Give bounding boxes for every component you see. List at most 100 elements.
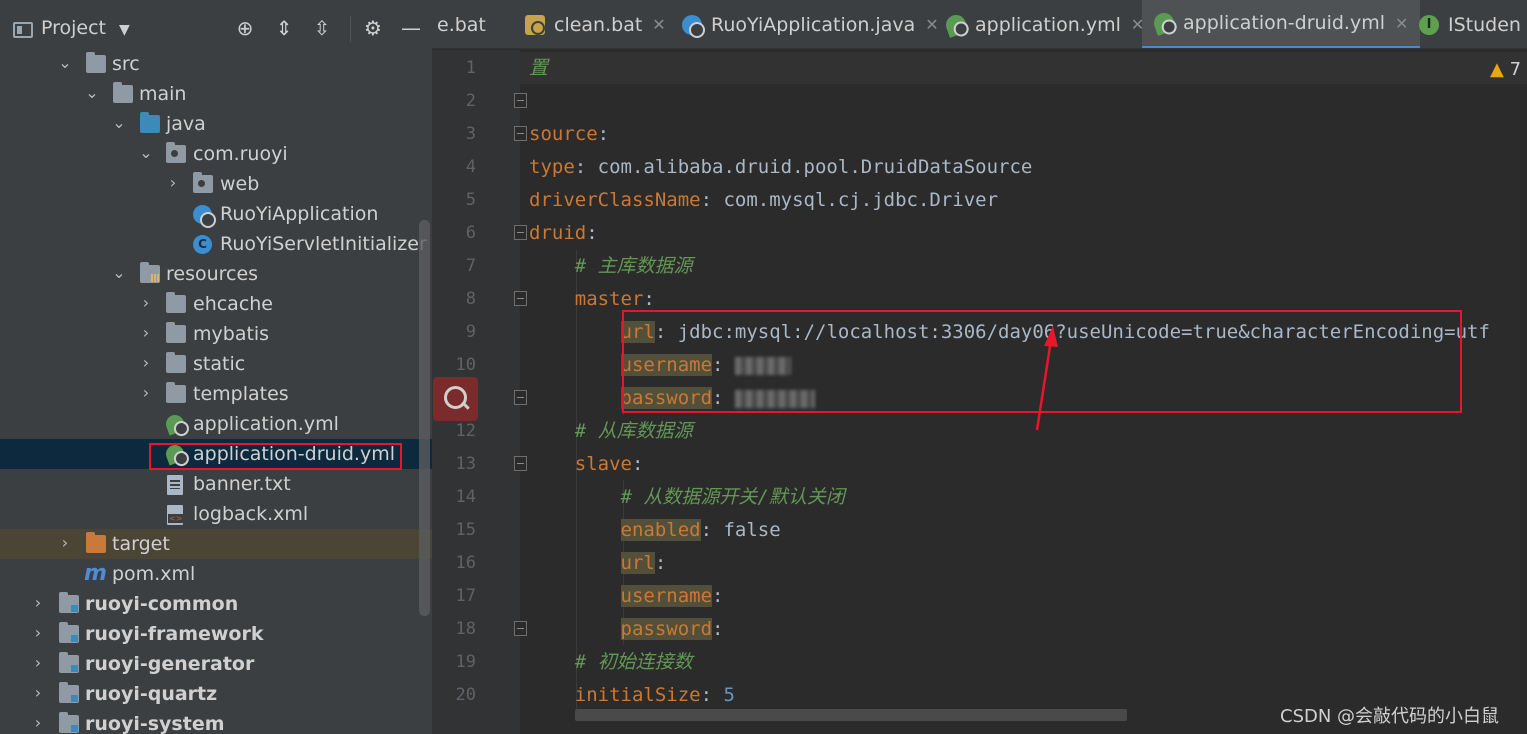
tree-item-label: ruoyi-common <box>85 593 239 615</box>
tab-ruoyiapplication-java[interactable]: RuoYiApplication.java ✕ <box>682 0 939 48</box>
maven-icon: m <box>84 561 107 586</box>
tree-item-label: templates <box>193 383 289 405</box>
search-icon[interactable] <box>433 377 478 421</box>
tree-item-banner-txt[interactable]: banner.txt <box>0 469 432 499</box>
code-editor[interactable]: 1 2 3 4 5 6 7 8 9 10 11 12 13 14 15 16 1… <box>432 50 1527 734</box>
chevron-right-icon[interactable]: › <box>31 653 45 673</box>
fold-marker-icon[interactable] <box>514 126 527 141</box>
tab-e-bat[interactable]: e.bat <box>437 0 486 48</box>
tree-item-com-ruoyi[interactable]: ⌄ com.ruoyi <box>0 139 432 169</box>
tree-item-ruoyi-system[interactable]: › ruoyi-system <box>0 709 432 734</box>
tree-item-resources[interactable]: ⌄ resources <box>0 259 432 289</box>
tree-item-label: web <box>220 173 260 195</box>
fold-marker-icon[interactable] <box>514 456 527 471</box>
tab-application-yml[interactable]: application.yml ✕ <box>943 0 1144 48</box>
yaml-key: slave <box>574 453 632 475</box>
tree-item-pom-xml[interactable]: m pom.xml <box>0 559 432 589</box>
tab-clean-bat[interactable]: clean.bat ✕ <box>525 0 666 48</box>
tree-item-ruoyi-framework[interactable]: › ruoyi-framework <box>0 619 432 649</box>
spring-boot-class-icon <box>682 14 705 38</box>
tree-item-label: banner.txt <box>193 473 291 495</box>
chevron-right-icon[interactable]: › <box>31 713 45 733</box>
line-number: 17 <box>455 586 476 606</box>
tree-item-templates[interactable]: › templates <box>0 379 432 409</box>
fold-marker-icon[interactable] <box>514 390 527 405</box>
module-icon <box>59 592 79 613</box>
chevron-right-icon[interactable]: › <box>139 323 153 343</box>
tree-item-label: main <box>139 83 187 105</box>
tree-item-application-yml[interactable]: application.yml <box>0 409 432 439</box>
yaml-value: com.alibaba.druid.pool.DruidDataSource <box>597 156 1033 178</box>
close-icon[interactable]: ✕ <box>925 15 938 34</box>
chevron-right-icon[interactable]: › <box>31 683 45 703</box>
module-icon <box>59 712 79 733</box>
gear-icon[interactable]: ⚙ <box>361 16 385 40</box>
chevron-down-icon[interactable]: ▼ <box>119 22 130 38</box>
tree-item-target[interactable]: › target <box>0 529 432 559</box>
project-panel-title[interactable]: Project <box>41 17 106 39</box>
code-line-7: # 主库数据源 <box>529 250 693 283</box>
chevron-down-icon[interactable]: ⌄ <box>112 263 126 283</box>
yaml-key: initialSize <box>574 684 701 706</box>
chevron-right-icon[interactable]: › <box>139 353 153 373</box>
chevron-down-icon[interactable]: ⌄ <box>139 143 153 163</box>
yaml-key: master <box>574 288 644 310</box>
chevron-right-icon[interactable]: › <box>166 173 180 193</box>
tree-item-ehcache[interactable]: › ehcache <box>0 289 432 319</box>
line-number: 9 <box>465 322 476 342</box>
chevron-down-icon[interactable]: ⌄ <box>58 53 72 73</box>
spring-yaml-icon <box>1151 10 1177 36</box>
fold-marker-icon[interactable] <box>514 291 527 306</box>
excluded-folder-icon <box>86 532 106 553</box>
tree-item-label: RuoYiApplication <box>220 203 379 225</box>
toolbar-divider <box>350 16 351 42</box>
tree-item-main[interactable]: ⌄ main <box>0 79 432 109</box>
inspection-warnings[interactable]: ▲ 7 <box>1490 59 1521 80</box>
fold-marker-icon[interactable] <box>514 621 527 636</box>
tree-item-ruoyi-common[interactable]: › ruoyi-common <box>0 589 432 619</box>
close-icon[interactable]: ✕ <box>1395 14 1408 33</box>
tree-scrollbar[interactable] <box>419 220 430 616</box>
tree-item-mybatis[interactable]: › mybatis <box>0 319 432 349</box>
text-file-icon <box>167 475 183 495</box>
line-number: 18 <box>455 619 476 639</box>
code-line-5: driverClassName: com.mysql.cj.jdbc.Drive… <box>529 189 999 211</box>
chevron-right-icon[interactable]: › <box>31 593 45 613</box>
tree-item-label: mybatis <box>193 323 270 345</box>
line-number: 19 <box>455 652 476 672</box>
tree-item-java[interactable]: ⌄ java <box>0 109 432 139</box>
chevron-down-icon[interactable]: ⌄ <box>85 83 99 103</box>
tree-item-label: ruoyi-system <box>85 713 225 734</box>
line-number: 16 <box>455 553 476 573</box>
line-number: 20 <box>455 685 476 705</box>
tree-item-ruoyi-generator[interactable]: › ruoyi-generator <box>0 649 432 679</box>
fold-marker-icon[interactable] <box>514 225 527 240</box>
line-number: 14 <box>455 487 476 507</box>
chevron-down-icon[interactable]: ⌄ <box>112 113 126 133</box>
fold-marker-icon[interactable] <box>514 93 527 108</box>
collapse-all-icon[interactable]: ⇳ <box>310 16 334 40</box>
code-comment: # 从库数据源 <box>574 420 693 442</box>
yaml-value: 5 <box>723 684 735 706</box>
tree-item-src[interactable]: ⌄ src <box>0 49 432 79</box>
tree-item-ruoyiservletinitializer[interactable]: C RuoYiServletInitializer <box>0 229 432 259</box>
expand-all-icon[interactable]: ⇕ <box>272 16 296 40</box>
tree-item-ruoyi-quartz[interactable]: › ruoyi-quartz <box>0 679 432 709</box>
tab-application-druid-yml[interactable]: application-druid.yml ✕ <box>1142 0 1421 48</box>
locate-icon[interactable]: ⊕ <box>233 16 257 40</box>
horizontal-scrollbar[interactable] <box>575 709 1127 721</box>
hide-icon[interactable]: — <box>399 16 423 40</box>
chevron-right-icon[interactable]: › <box>31 623 45 643</box>
chevron-right-icon[interactable]: › <box>58 533 72 553</box>
tree-item-web[interactable]: › web <box>0 169 432 199</box>
tree-item-logback-xml[interactable]: logback.xml <box>0 499 432 529</box>
chevron-right-icon[interactable]: › <box>139 383 153 403</box>
close-icon[interactable]: ✕ <box>652 15 665 34</box>
xml-file-icon <box>167 505 184 525</box>
tab-istuden[interactable]: I IStuden <box>1419 0 1521 48</box>
tree-item-label: ruoyi-quartz <box>85 683 218 705</box>
tree-item-ruoyiapplication[interactable]: RuoYiApplication <box>0 199 432 229</box>
chevron-right-icon[interactable]: › <box>139 293 153 313</box>
project-window-icon <box>13 22 33 38</box>
tree-item-static[interactable]: › static <box>0 349 432 379</box>
